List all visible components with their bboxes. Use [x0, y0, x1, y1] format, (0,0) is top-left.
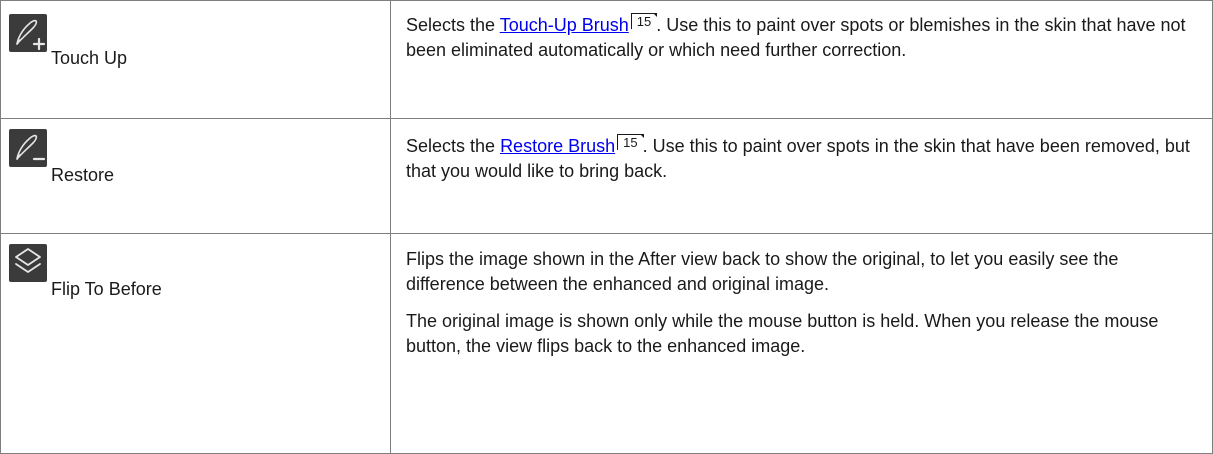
page-reference[interactable]: 15 — [630, 13, 658, 29]
table-row: Touch Up Selects the Touch-Up Brush 15. U… — [0, 0, 1213, 119]
table-row: Flip To Before Flips the image shown in … — [0, 233, 1213, 454]
tool-cell-restore: Restore — [0, 118, 391, 234]
tool-cell-touch-up: Touch Up — [0, 0, 391, 119]
description-text: Selects the Touch-Up Brush 15. Use this t… — [406, 13, 1197, 63]
tool-label-touch-up: Touch Up — [51, 48, 128, 68]
description-cell-touch-up: Selects the Touch-Up Brush 15. Use this t… — [390, 0, 1213, 119]
description-cell-restore: Selects the Restore Brush 15. Use this to… — [390, 118, 1213, 234]
restore-brush-icon[interactable] — [9, 129, 47, 167]
description-prefix: Selects the — [406, 15, 500, 35]
page-reference[interactable]: 15 — [617, 134, 645, 150]
description-cell-flip-to-before: Flips the image shown in the After view … — [390, 233, 1213, 454]
touch-up-brush-link[interactable]: Touch-Up Brush — [500, 15, 629, 35]
tools-table: Touch Up Selects the Touch-Up Brush 15. U… — [0, 0, 1213, 454]
table-row: Restore Selects the Restore Brush 15. Use… — [0, 118, 1213, 234]
description-text: Selects the Restore Brush 15. Use this to… — [406, 134, 1197, 184]
tool-label-restore: Restore — [51, 165, 115, 185]
layers-flip-icon[interactable] — [9, 244, 47, 282]
description-paragraph-1: Flips the image shown in the After view … — [406, 249, 1119, 294]
tool-cell-flip-to-before: Flip To Before — [0, 233, 391, 454]
tool-label-flip-to-before: Flip To Before — [51, 279, 162, 299]
description-prefix: Selects the — [406, 136, 501, 156]
restore-brush-link[interactable]: Restore Brush — [500, 136, 615, 156]
touch-up-brush-icon[interactable] — [9, 14, 47, 52]
description-paragraph-2: The original image is shown only while t… — [406, 311, 1159, 356]
